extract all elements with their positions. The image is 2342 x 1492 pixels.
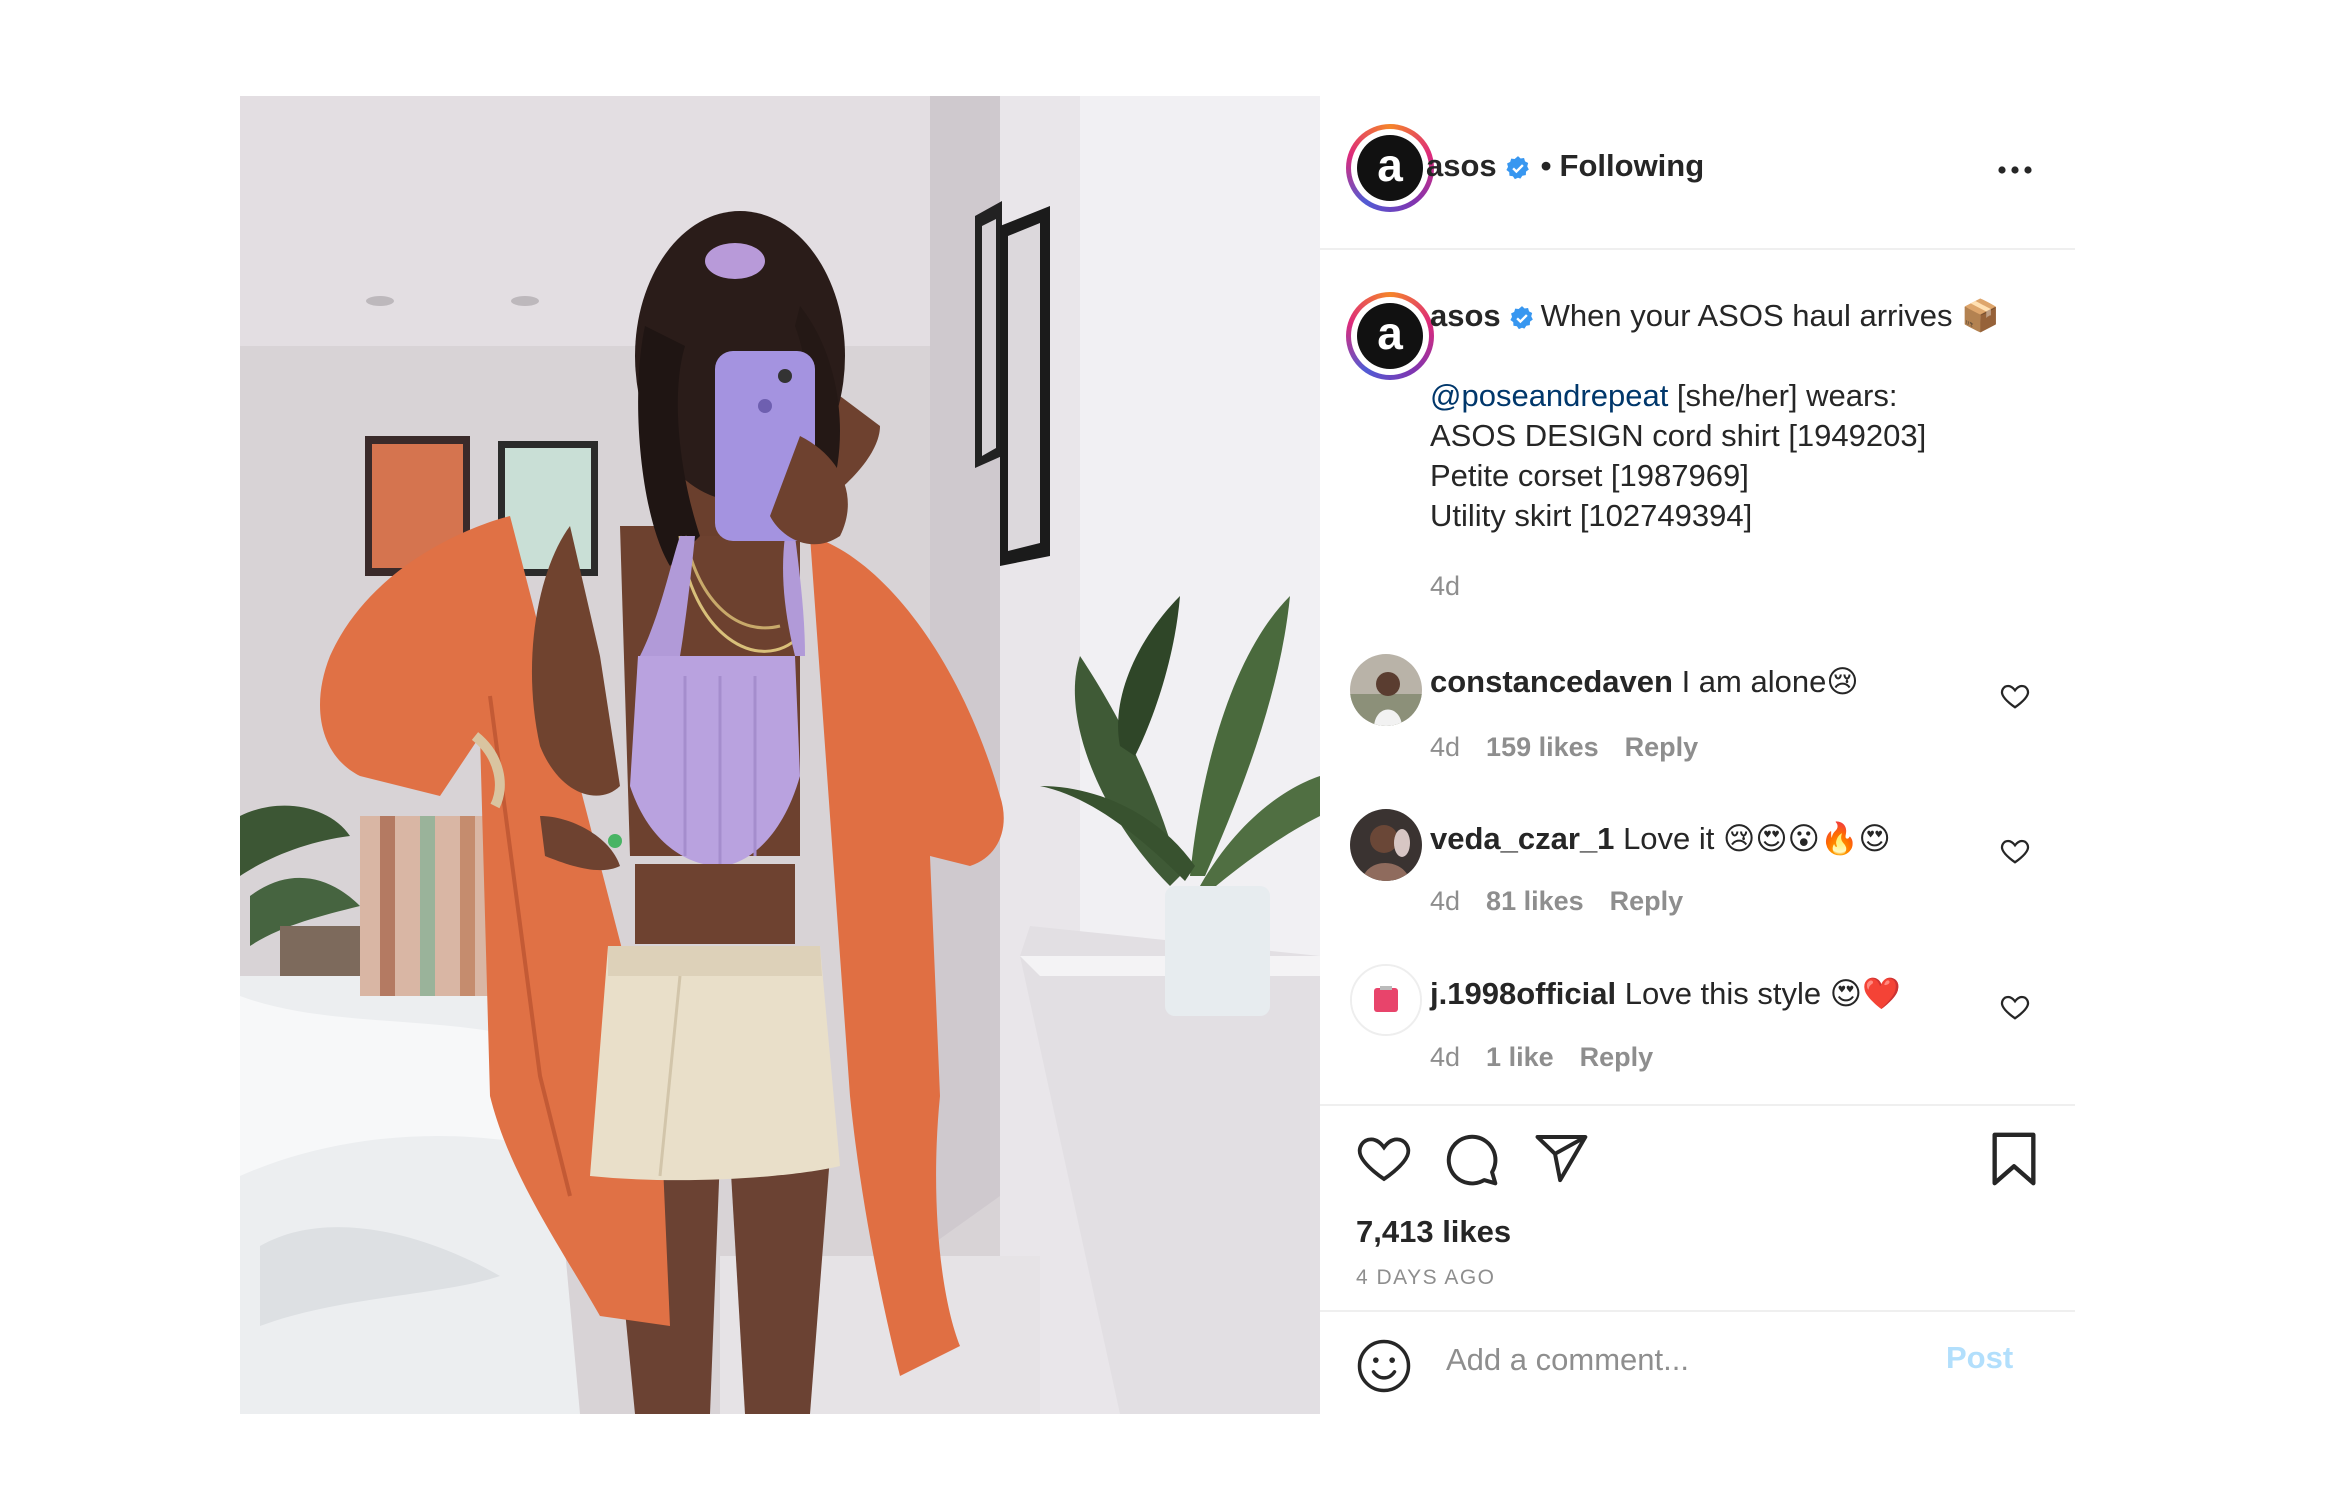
caption-mention-line: @poseandrepeat [she/her] wears: [1430,376,2050,416]
caption-mention-suffix: [she/her] wears: [1668,378,1898,413]
comment-text-line: constancedaven I am alone😢 [1430,664,1859,700]
like-comment-heart-icon[interactable] [2000,682,2030,710]
caption-age: 4d [1430,571,1486,602]
comment-likes[interactable]: 81 likes [1486,886,1584,916]
comment-text: Love this style 😍❤️ [1624,976,1901,1011]
comment-likes[interactable]: 159 likes [1486,732,1599,762]
asos-logo-icon: a [1357,135,1423,201]
caption-headline-line: asos When your ASOS haul arrives 📦 [1430,296,2050,336]
caption-line: Petite corset [1987969] [1430,458,1749,493]
verified-badge-icon [1506,155,1529,179]
emoji-smiley-icon[interactable] [1356,1338,1412,1394]
post-likes-count[interactable]: 7,413 likes [1356,1214,1511,1250]
post-sidebar: a asos • Following a asos When your ASOS ha… [1320,96,2075,1414]
comment-username[interactable]: j.1998official [1430,976,1616,1011]
like-comment-heart-icon[interactable] [2000,993,2030,1021]
post-caption: asos When your ASOS haul arrives 📦 @posea… [1430,296,2050,536]
comment-text: Love it 😢😍😮🔥😍 [1623,821,1891,856]
post-header: a asos • Following [1320,96,2075,250]
comment-meta: 4d 159 likes Reply [1430,732,1724,763]
post-card: a asos • Following a asos When your ASOS ha… [240,96,2075,1414]
like-heart-icon[interactable] [1356,1132,1412,1184]
like-comment-heart-icon[interactable] [2000,837,2030,865]
comment-reply-button[interactable]: Reply [1580,1042,1654,1072]
caption-username[interactable]: asos [1430,298,1501,333]
caption-age-text[interactable]: 4d [1430,571,1460,601]
commenter-avatar[interactable] [1350,654,1422,726]
comment-meta: 4d 1 like Reply [1430,1042,1679,1073]
save-bookmark-icon[interactable] [1988,1130,2040,1188]
divider [1320,1310,2075,1312]
asos-logo-icon: a [1357,303,1423,369]
comment-age[interactable]: 4d [1430,886,1460,916]
more-options-icon[interactable] [1995,160,2035,180]
post-time-ago[interactable]: 4 DAYS AGO [1356,1266,1496,1290]
comment-meta: 4d 81 likes Reply [1430,886,1709,917]
caption-line: Utility skirt [102749394] [1430,498,1753,533]
caption-headline: When your ASOS haul arrives 📦 [1540,298,2000,333]
divider [1320,1104,2075,1106]
comment-text-line: veda_czar_1 Love it 😢😍😮🔥😍 [1430,820,1891,857]
caption-mention-link[interactable]: @poseandrepeat [1430,378,1668,413]
comment-username[interactable]: constancedaven [1430,664,1673,699]
header-name-line: asos • Following [1426,148,1704,184]
comment-text-line: j.1998official Love this style 😍❤️ [1430,975,1901,1012]
share-send-icon[interactable] [1534,1132,1590,1184]
comment-reply-button[interactable]: Reply [1625,732,1699,762]
post-comment-button[interactable]: Post [1946,1340,2013,1376]
comment-age[interactable]: 4d [1430,732,1460,762]
header-separator: • [1540,148,1552,183]
add-comment-input[interactable] [1444,1334,1928,1386]
following-button[interactable]: Following [1560,148,1705,183]
comment-username[interactable]: veda_czar_1 [1430,821,1614,856]
post-photo[interactable] [240,96,1320,1414]
comment-bubble-icon[interactable] [1444,1132,1500,1188]
comment-likes[interactable]: 1 like [1486,1042,1554,1072]
verified-badge-icon [1510,305,1533,329]
caption-line: ASOS DESIGN cord shirt [1949203] [1430,418,1927,453]
author-username[interactable]: asos [1426,148,1497,183]
comment-reply-button[interactable]: Reply [1610,886,1684,916]
comment-text: I am alone😢 [1681,664,1859,699]
author-avatar[interactable]: a [1346,124,1434,212]
caption-avatar[interactable]: a [1346,292,1434,380]
commenter-avatar[interactable] [1350,809,1422,881]
comment-age[interactable]: 4d [1430,1042,1460,1072]
commenter-avatar[interactable] [1350,964,1422,1036]
